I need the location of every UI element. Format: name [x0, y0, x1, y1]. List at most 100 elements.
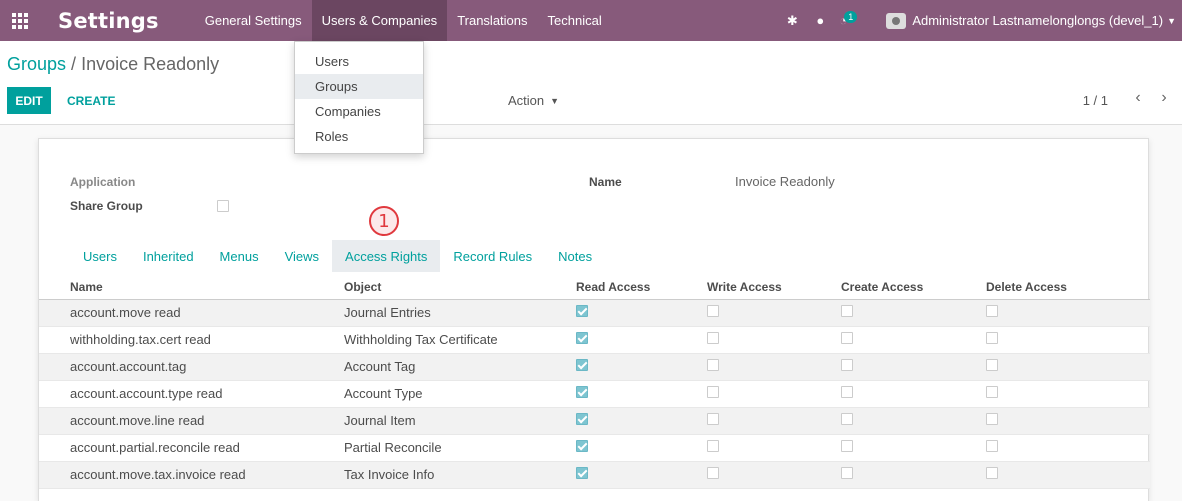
- breadcrumb-groups-link[interactable]: Groups: [7, 54, 66, 74]
- create-access-checkbox[interactable]: [841, 359, 853, 371]
- create-access-checkbox[interactable]: [841, 440, 853, 452]
- table-row[interactable]: account.move.line read Journal Item: [39, 407, 1150, 435]
- row-name-cell[interactable]: account.move.line read: [39, 407, 344, 435]
- row-write-cell: [707, 380, 841, 408]
- pager-value[interactable]: 1 / 1: [1083, 93, 1108, 108]
- delete-access-checkbox[interactable]: [986, 440, 998, 452]
- table-row[interactable]: account.account.tag Account Tag: [39, 353, 1150, 381]
- row-read-cell: [576, 434, 707, 462]
- row-write-cell: [707, 299, 841, 327]
- tab-access-rights[interactable]: Access Rights: [332, 240, 441, 272]
- row-read-cell: [576, 407, 707, 435]
- table-row[interactable]: withholding.tax.cert read Withholding Tax…: [39, 326, 1150, 354]
- row-object-cell[interactable]: Withholding Tax Certificate: [344, 326, 576, 354]
- activity-clock-icon[interactable]: ◔ 1: [834, 0, 862, 41]
- column-header-create[interactable]: Create Access: [841, 275, 986, 300]
- row-create-cell: [841, 461, 986, 489]
- create-access-checkbox[interactable]: [841, 305, 853, 317]
- column-header-object[interactable]: Object: [344, 275, 576, 300]
- row-object-cell[interactable]: Account Type: [344, 380, 576, 408]
- write-access-checkbox[interactable]: [707, 386, 719, 398]
- apps-menu-icon[interactable]: [0, 0, 40, 41]
- delete-access-checkbox[interactable]: [986, 467, 998, 479]
- create-access-checkbox[interactable]: [841, 332, 853, 344]
- dropdown-item-users[interactable]: Users: [295, 49, 423, 74]
- write-access-checkbox[interactable]: [707, 413, 719, 425]
- delete-access-checkbox[interactable]: [986, 305, 998, 317]
- read-access-checkbox[interactable]: [576, 386, 588, 398]
- write-access-checkbox[interactable]: [707, 359, 719, 371]
- delete-access-checkbox[interactable]: [986, 413, 998, 425]
- table-row[interactable]: account.move.tax.invoice read Tax Invoice…: [39, 461, 1150, 489]
- pager-previous-icon[interactable]: ‹: [1130, 89, 1146, 107]
- row-name-cell[interactable]: account.move.tax.invoice read: [39, 461, 344, 489]
- row-create-cell: [841, 299, 986, 327]
- read-access-checkbox[interactable]: [576, 305, 588, 317]
- name-value[interactable]: Invoice Readonly: [735, 174, 835, 189]
- row-object-cell[interactable]: Journal Item: [344, 407, 576, 435]
- row-name-cell[interactable]: withholding.tax.cert read: [39, 326, 344, 354]
- row-object-cell[interactable]: Account Tag: [344, 353, 576, 381]
- row-name-cell[interactable]: account.move read: [39, 299, 344, 327]
- breadcrumb: Groups / Invoice Readonly: [7, 54, 219, 75]
- table-row[interactable]: account.move read Journal Entries: [39, 299, 1150, 327]
- table-row[interactable]: account.account.type read Account Type: [39, 380, 1150, 408]
- read-access-checkbox[interactable]: [576, 467, 588, 479]
- menu-technical[interactable]: Technical: [538, 0, 612, 41]
- row-object-cell[interactable]: Partial Reconcile: [344, 434, 576, 462]
- create-access-checkbox[interactable]: [841, 413, 853, 425]
- breadcrumb-separator: /: [71, 54, 77, 74]
- dropdown-item-companies[interactable]: Companies: [295, 99, 423, 124]
- write-access-checkbox[interactable]: [707, 332, 719, 344]
- delete-access-checkbox[interactable]: [986, 332, 998, 344]
- user-menu[interactable]: Administrator Lastnamelonglongs (devel_1…: [886, 12, 1182, 29]
- delete-access-checkbox[interactable]: [986, 386, 998, 398]
- create-button[interactable]: CREATE: [67, 87, 115, 114]
- row-read-cell: [576, 461, 707, 489]
- read-access-checkbox[interactable]: [576, 332, 588, 344]
- tab-views[interactable]: Views: [272, 240, 332, 272]
- row-name-cell[interactable]: account.account.tag: [39, 353, 344, 381]
- tab-inherited[interactable]: Inherited: [130, 240, 207, 272]
- pager-next-icon[interactable]: ›: [1156, 89, 1172, 107]
- row-name-cell[interactable]: account.account.type read: [39, 380, 344, 408]
- row-delete-cell: [986, 326, 1150, 354]
- read-access-checkbox[interactable]: [576, 440, 588, 452]
- create-access-checkbox[interactable]: [841, 467, 853, 479]
- dropdown-item-groups[interactable]: Groups: [295, 74, 423, 99]
- control-panel: Groups / Invoice Readonly EDIT CREATE Ac…: [0, 41, 1182, 125]
- write-access-checkbox[interactable]: [707, 467, 719, 479]
- column-header-delete[interactable]: Delete Access: [986, 275, 1150, 300]
- row-object-cell[interactable]: Tax Invoice Info: [344, 461, 576, 489]
- delete-access-checkbox[interactable]: [986, 359, 998, 371]
- share-group-checkbox[interactable]: [217, 200, 229, 212]
- column-header-name[interactable]: Name: [39, 275, 344, 300]
- breadcrumb-current: Invoice Readonly: [81, 54, 220, 74]
- row-object-cell[interactable]: Journal Entries: [344, 299, 576, 327]
- row-name-cell[interactable]: account.partial.reconcile read: [39, 434, 344, 462]
- menu-general-settings[interactable]: General Settings: [195, 0, 312, 41]
- dropdown-item-roles[interactable]: Roles: [295, 124, 423, 149]
- debug-bug-icon[interactable]: ✱: [778, 0, 806, 41]
- write-access-checkbox[interactable]: [707, 305, 719, 317]
- create-access-checkbox[interactable]: [841, 386, 853, 398]
- column-header-write[interactable]: Write Access: [707, 275, 841, 300]
- row-write-cell: [707, 461, 841, 489]
- read-access-checkbox[interactable]: [576, 359, 588, 371]
- messaging-chat-icon[interactable]: ●: [806, 0, 834, 41]
- edit-button[interactable]: EDIT: [7, 87, 51, 114]
- annotation-marker: 1: [369, 206, 399, 236]
- tab-users[interactable]: Users: [70, 240, 130, 272]
- row-read-cell: [576, 299, 707, 327]
- tab-record-rules[interactable]: Record Rules: [440, 240, 545, 272]
- column-header-read[interactable]: Read Access: [576, 275, 707, 300]
- main-menu: General Settings Users & Companies Trans…: [195, 0, 612, 41]
- tab-notes[interactable]: Notes: [545, 240, 605, 272]
- tab-menus[interactable]: Menus: [207, 240, 272, 272]
- write-access-checkbox[interactable]: [707, 440, 719, 452]
- table-row[interactable]: account.partial.reconcile read Partial Re…: [39, 434, 1150, 462]
- menu-users-companies[interactable]: Users & Companies: [311, 0, 448, 41]
- read-access-checkbox[interactable]: [576, 413, 588, 425]
- action-dropdown-button[interactable]: Action ▼: [508, 87, 559, 114]
- menu-translations[interactable]: Translations: [447, 0, 537, 41]
